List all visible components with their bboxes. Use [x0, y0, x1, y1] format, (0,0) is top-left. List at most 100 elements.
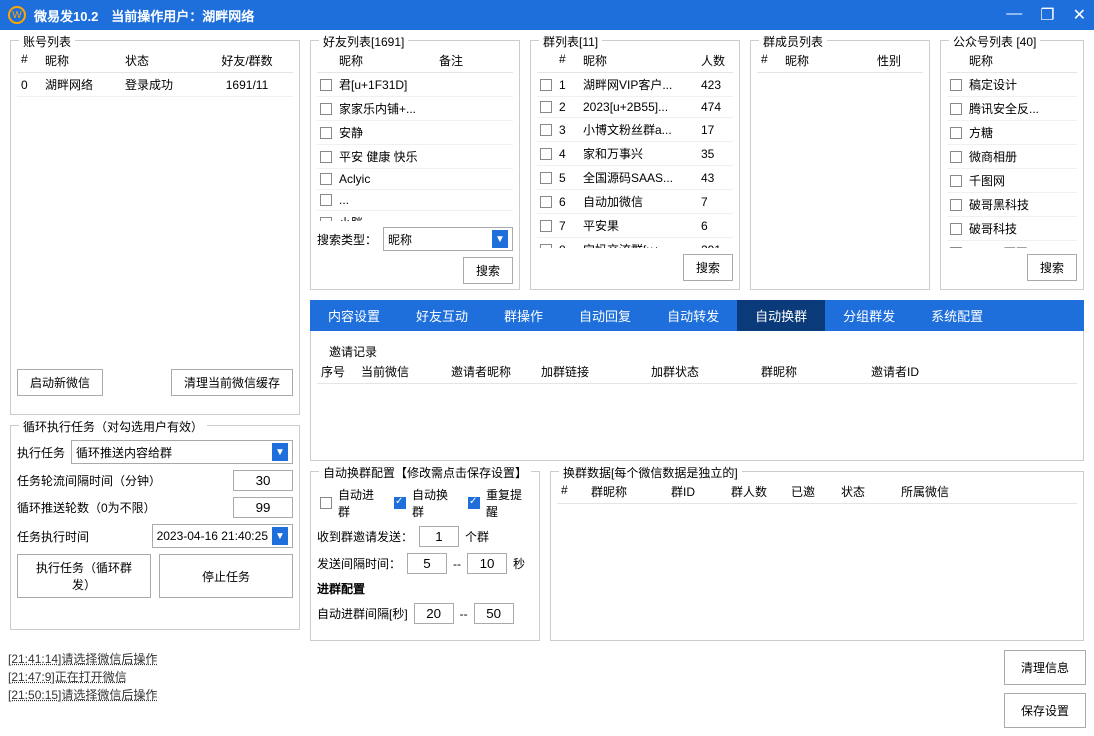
- official-row[interactable]: 破哥黑科技: [947, 193, 1077, 217]
- checkbox-icon[interactable]: [320, 79, 332, 91]
- tab-6[interactable]: 分组群发: [825, 300, 913, 331]
- minimize-icon[interactable]: —: [1006, 5, 1022, 25]
- chevron-down-icon[interactable]: ▼: [272, 443, 288, 461]
- search-type-combo[interactable]: 昵称 ▼: [383, 227, 513, 251]
- official-row[interactable]: 破哥科技: [947, 217, 1077, 241]
- friend-row[interactable]: 小胖: [317, 211, 513, 221]
- task-combo[interactable]: 循环推送内容给群 ▼: [71, 440, 293, 464]
- friend-row[interactable]: 平安 健康 快乐: [317, 145, 513, 169]
- group-row[interactable]: 5全国源码SAAS...43: [537, 166, 733, 190]
- checkbox-icon[interactable]: [320, 173, 332, 185]
- checkbox-icon[interactable]: [320, 217, 332, 222]
- enter-max-input[interactable]: [474, 603, 514, 624]
- friend-row[interactable]: 安静: [317, 121, 513, 145]
- checkbox-icon[interactable]: [950, 79, 962, 91]
- chevron-down-icon[interactable]: ▼: [272, 527, 288, 545]
- tab-2[interactable]: 群操作: [486, 300, 561, 331]
- checkbox-icon[interactable]: [540, 220, 552, 232]
- recv-count-input[interactable]: [419, 526, 459, 547]
- run-task-button[interactable]: 执行任务（循环群发）: [17, 554, 151, 598]
- accounts-panel: 账号列表 # 昵称 状态 好友/群数 0湖畔网络登录成功1691/11 启动新微…: [10, 40, 300, 415]
- repeat-alert-checkbox[interactable]: 重复提醒: [465, 486, 533, 520]
- official-row[interactable]: Canva可画: [947, 241, 1077, 248]
- checkbox-icon[interactable]: [540, 196, 552, 208]
- switch-data-panel: 换群数据[每个微信数据是独立的] #群昵称群ID群人数已邀状态所属微信: [550, 471, 1084, 641]
- task-label: 执行任务: [17, 444, 65, 461]
- interval-label: 任务轮流间隔时间（分钟）: [17, 472, 161, 489]
- exec-panel: 循环执行任务（对勾选用户有效） 执行任务 循环推送内容给群 ▼ 任务轮流间隔时间…: [10, 425, 300, 630]
- checkbox-icon[interactable]: [320, 127, 332, 139]
- group-row[interactable]: 8宝妈交流群[u+...291: [537, 238, 733, 248]
- checkbox-icon[interactable]: [540, 101, 552, 113]
- auto-switch-checkbox[interactable]: 自动换群: [391, 486, 459, 520]
- friend-row[interactable]: 家家乐内铺+...: [317, 97, 513, 121]
- groups-search-button[interactable]: 搜索: [683, 254, 733, 281]
- auto-enter-checkbox[interactable]: 自动进群: [317, 486, 385, 520]
- group-row[interactable]: 6自动加微信7: [537, 190, 733, 214]
- send-min-input[interactable]: [407, 553, 447, 574]
- tab-0[interactable]: 内容设置: [310, 300, 398, 331]
- friend-row[interactable]: 君[u+1F31D]: [317, 73, 513, 97]
- checkbox-icon[interactable]: [950, 199, 962, 211]
- friend-row[interactable]: Aclyic: [317, 169, 513, 190]
- checkbox-icon[interactable]: [320, 103, 332, 115]
- checkbox-icon[interactable]: [540, 79, 552, 91]
- official-row[interactable]: 稿定设计: [947, 73, 1077, 97]
- tab-1[interactable]: 好友互动: [398, 300, 486, 331]
- members-panel: 群成员列表 # 昵称 性别: [750, 40, 930, 290]
- interval-input[interactable]: [233, 470, 293, 491]
- friend-row[interactable]: ...: [317, 190, 513, 211]
- group-row[interactable]: 1湖畔网VIP客户...423: [537, 73, 733, 97]
- tab-3[interactable]: 自动回复: [561, 300, 649, 331]
- checkbox-icon[interactable]: [320, 151, 332, 163]
- save-config-button[interactable]: 保存设置: [1004, 693, 1086, 728]
- log-output: [21:41:14]请选择微信后操作[21:47:9]正在打开微信[21:50:…: [8, 650, 994, 728]
- checkbox-icon[interactable]: [950, 247, 962, 249]
- rounds-label: 循环推送轮数（0为不限）: [17, 499, 156, 516]
- group-row[interactable]: 3小博文粉丝群a...17: [537, 118, 733, 142]
- tab-4[interactable]: 自动转发: [649, 300, 737, 331]
- checkbox-icon[interactable]: [320, 194, 332, 206]
- official-row[interactable]: 微商相册: [947, 145, 1077, 169]
- tab-7[interactable]: 系统配置: [913, 300, 1001, 331]
- official-row[interactable]: 千图网: [947, 169, 1077, 193]
- checkbox-icon[interactable]: [540, 124, 552, 136]
- group-row[interactable]: 7平安果6: [537, 214, 733, 238]
- start-wechat-button[interactable]: 启动新微信: [17, 369, 103, 396]
- clear-info-button[interactable]: 清理信息: [1004, 650, 1086, 685]
- checkbox-icon[interactable]: [950, 151, 962, 163]
- close-icon[interactable]: ✕: [1073, 5, 1086, 25]
- group-row[interactable]: 22023[u+2B55]...474: [537, 97, 733, 118]
- clear-cache-button[interactable]: 清理当前微信缓存: [171, 369, 293, 396]
- friends-panel: 好友列表[1691] 昵称 备注 君[u+1F31D]家家乐内铺+...安静平安…: [310, 40, 520, 290]
- checkbox-icon[interactable]: [540, 172, 552, 184]
- col-index: #: [17, 49, 41, 72]
- stop-task-button[interactable]: 停止任务: [159, 554, 293, 598]
- official-row[interactable]: 方糖: [947, 121, 1077, 145]
- maximize-icon[interactable]: ❐: [1040, 5, 1054, 25]
- checkbox-icon[interactable]: [950, 103, 962, 115]
- checkbox-icon[interactable]: [950, 127, 962, 139]
- group-row[interactable]: 4家和万事兴35: [537, 142, 733, 166]
- enter-min-input[interactable]: [414, 603, 454, 624]
- tab-5[interactable]: 自动换群: [737, 300, 825, 331]
- rounds-input[interactable]: [233, 497, 293, 518]
- checkbox-icon[interactable]: [540, 148, 552, 160]
- official-search-button[interactable]: 搜索: [1027, 254, 1077, 281]
- official-title: 公众号列表 [40]: [949, 33, 1040, 50]
- invite-title: 邀请记录: [325, 343, 1085, 360]
- exec-title: 循环执行任务（对勾选用户有效）: [19, 418, 207, 435]
- checkbox-icon[interactable]: [540, 244, 552, 249]
- official-row[interactable]: 腾讯安全反...: [947, 97, 1077, 121]
- chevron-down-icon[interactable]: ▼: [492, 230, 508, 248]
- accounts-title: 账号列表: [19, 33, 75, 50]
- checkbox-icon[interactable]: [950, 175, 962, 187]
- time-combo[interactable]: 2023-04-16 21:40:25 ▼: [152, 524, 293, 548]
- checkbox-icon[interactable]: [950, 223, 962, 235]
- friends-title: 好友列表[1691]: [319, 33, 408, 50]
- friends-search-button[interactable]: 搜索: [463, 257, 513, 284]
- app-logo: W: [8, 6, 26, 24]
- send-max-input[interactable]: [467, 553, 507, 574]
- account-row[interactable]: 0湖畔网络登录成功1691/11: [17, 73, 293, 97]
- app-title: 微易发10.2 当前操作用户：湖畔网络: [34, 6, 254, 25]
